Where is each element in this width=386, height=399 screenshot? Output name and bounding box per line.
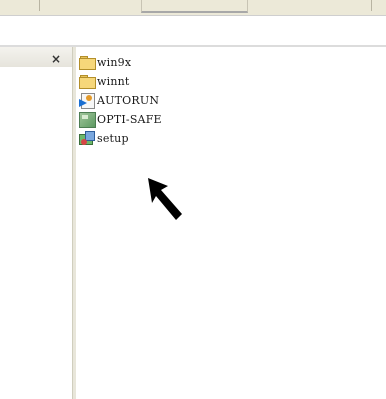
- file-item-autorun[interactable]: AUTORUN: [79, 91, 162, 109]
- pane-splitter[interactable]: [72, 47, 76, 399]
- file-label: AUTORUN: [97, 93, 160, 107]
- autorun-icon: [79, 93, 95, 109]
- folders-pane: [0, 47, 72, 399]
- file-label: winnt: [97, 74, 130, 88]
- toolbar-separator: [39, 0, 40, 11]
- close-pane-button[interactable]: ×: [48, 52, 64, 66]
- file-item-opti-safe[interactable]: OPTI-SAFE: [79, 110, 162, 128]
- toolbar-separator: [371, 0, 372, 11]
- pointer-arrow-icon: [148, 178, 182, 220]
- file-item-winnt[interactable]: winnt: [79, 72, 162, 90]
- setup-icon: [79, 131, 95, 145]
- file-item-win9x[interactable]: win9x: [79, 53, 162, 71]
- toolbar-tab[interactable]: [141, 0, 248, 13]
- toolbar-strip: [0, 0, 386, 15]
- folder-icon: [79, 74, 96, 89]
- file-item-setup[interactable]: setup: [79, 129, 162, 147]
- file-label: setup: [97, 131, 129, 145]
- folder-icon: [79, 55, 96, 70]
- file-list: win9x winnt AUTORUN OPTI-SAFE setup: [79, 53, 162, 148]
- address-bar[interactable]: [0, 15, 386, 46]
- file-label: OPTI-SAFE: [97, 112, 162, 126]
- optisafe-icon: [79, 112, 96, 128]
- file-label: win9x: [97, 55, 132, 69]
